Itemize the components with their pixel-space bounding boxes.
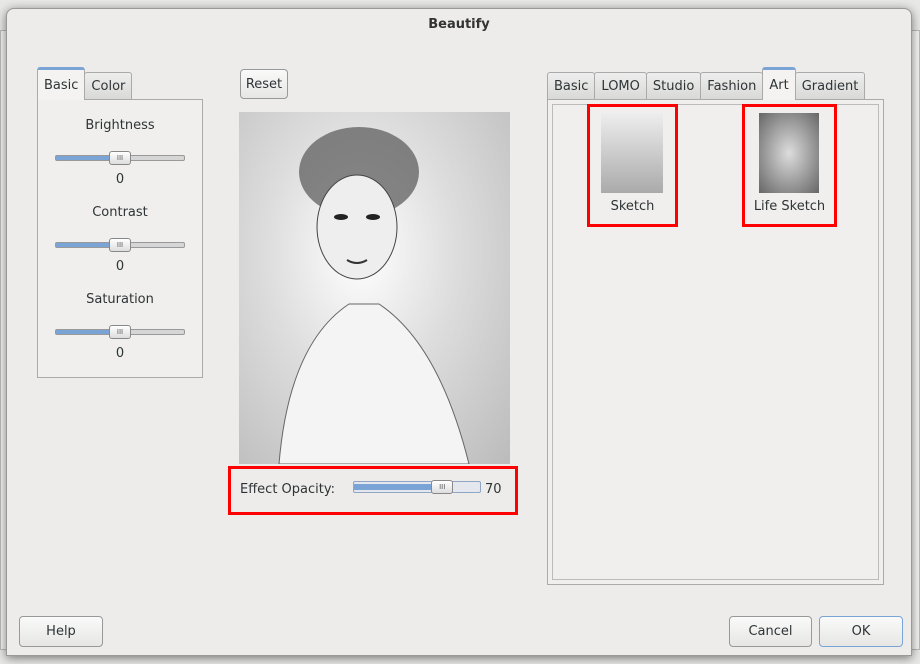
- saturation-value: 0: [115, 346, 125, 361]
- tab-basic-effects[interactable]: Basic: [547, 72, 596, 100]
- opacity-slider[interactable]: III: [353, 480, 481, 494]
- opacity-label: Effect Opacity:: [240, 482, 335, 497]
- contrast-label: Contrast: [92, 205, 148, 220]
- beautify-dialog: Beautify Basic Color Brightness III 0 Co…: [6, 8, 912, 656]
- saturation-label: Saturation: [86, 292, 154, 307]
- effect-life-sketch[interactable]: Life Sketch: [742, 104, 837, 227]
- dialog-title: Beautify: [428, 17, 490, 32]
- tab-basic[interactable]: Basic: [37, 67, 86, 100]
- ok-button[interactable]: OK: [819, 616, 903, 647]
- preview-image: [239, 112, 510, 464]
- contrast-value: 0: [115, 259, 125, 274]
- saturation-slider[interactable]: III: [55, 325, 185, 339]
- sketch-label: Sketch: [610, 199, 655, 214]
- reset-button[interactable]: Reset: [240, 69, 288, 99]
- opacity-value: 70: [485, 482, 502, 497]
- tab-color[interactable]: Color: [84, 72, 133, 100]
- life-sketch-label: Life Sketch: [753, 199, 826, 214]
- tab-lomo[interactable]: LOMO: [594, 72, 647, 100]
- tab-studio[interactable]: Studio: [645, 72, 702, 100]
- brightness-label: Brightness: [85, 118, 155, 133]
- effects-panel: Sketch Life Sketch: [547, 99, 884, 585]
- left-tabs: Basic Color: [37, 67, 133, 100]
- help-button[interactable]: Help: [19, 616, 103, 647]
- tab-gradient[interactable]: Gradient: [794, 72, 866, 100]
- portrait-sketch-image: [278, 127, 470, 464]
- tab-fashion[interactable]: Fashion: [700, 72, 764, 100]
- effect-category-tabs: Basic LOMO Studio Fashion Art Gradient: [547, 67, 866, 100]
- brightness-slider[interactable]: III: [55, 151, 185, 165]
- adjustments-panel: Brightness III 0 Contrast III 0 Saturati…: [37, 99, 203, 378]
- sketch-thumbnail: [601, 113, 663, 193]
- tab-art[interactable]: Art: [762, 67, 796, 100]
- life-sketch-thumbnail: [759, 113, 819, 193]
- opacity-highlight: Effect Opacity: III 70: [228, 466, 518, 515]
- brightness-value: 0: [115, 172, 125, 187]
- effect-sketch[interactable]: Sketch: [587, 104, 678, 227]
- cancel-button[interactable]: Cancel: [729, 616, 812, 647]
- contrast-slider[interactable]: III: [55, 238, 185, 252]
